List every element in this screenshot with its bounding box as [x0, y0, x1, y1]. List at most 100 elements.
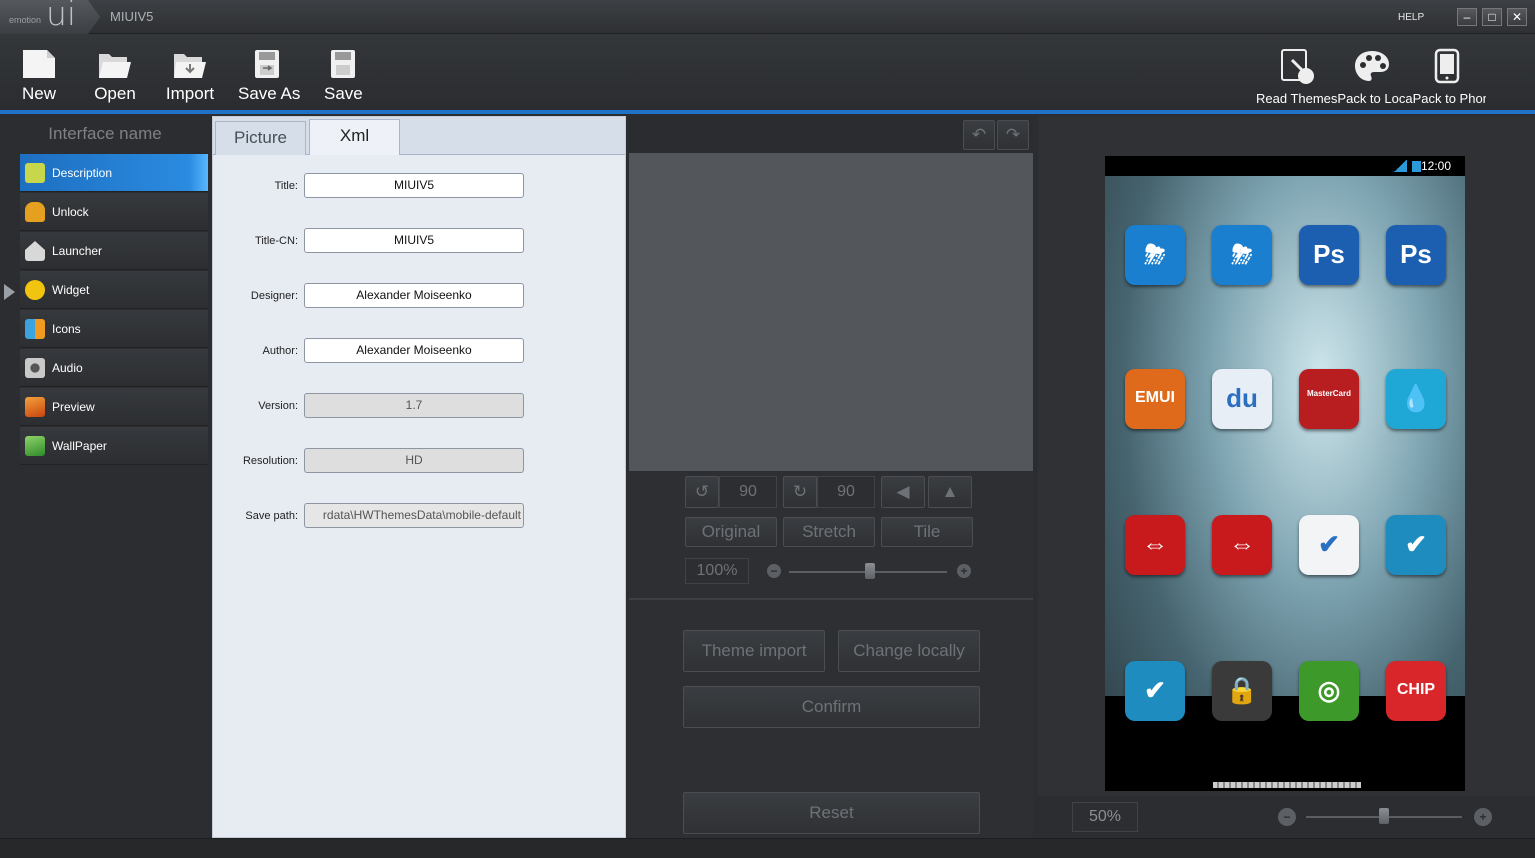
reset-button[interactable]: Reset	[683, 792, 980, 834]
expand-arrow-icon[interactable]	[4, 284, 15, 300]
undo-button[interactable]: ↶	[963, 120, 995, 150]
designer-field[interactable]: Alexander Moiseenko	[304, 283, 524, 308]
close-button[interactable]: ✕	[1507, 8, 1527, 26]
app-icon-glyph: Ps	[1313, 239, 1345, 269]
icons-grid-icon	[25, 319, 45, 339]
photoshop-icon-2[interactable]: Ps	[1386, 225, 1446, 285]
sidebar-item-label: Icons	[52, 322, 81, 336]
image-canvas[interactable]	[629, 153, 1033, 471]
sidebar-item-launcher[interactable]: Launcher	[20, 232, 208, 270]
rotate-right-button[interactable]: ↻	[783, 476, 817, 508]
pack-to-local-button[interactable]	[1352, 48, 1392, 88]
rotate-left-icon: ↺	[694, 482, 710, 501]
home-icon	[25, 241, 45, 261]
stretch-radio[interactable]: Stretch	[783, 517, 875, 547]
sidebar-item-unlock[interactable]: Unlock	[20, 193, 208, 231]
weather-icon[interactable]: ⛈	[1125, 225, 1185, 285]
new-button[interactable]: New	[18, 50, 60, 104]
import-button[interactable]: Import	[163, 50, 217, 104]
sidebar-item-audio[interactable]: Audio	[20, 349, 208, 387]
emui-icon[interactable]: EMUI	[1125, 369, 1185, 429]
pack-to-phone-button[interactable]	[1428, 48, 1468, 88]
tile-label: Tile	[913, 522, 941, 541]
save-as-icon	[251, 50, 283, 78]
sidebar-item-widget[interactable]: Widget	[20, 271, 208, 309]
notes-check-icon[interactable]: ✔	[1299, 515, 1359, 575]
preview-zoom-out-icon[interactable]: −	[1278, 808, 1296, 826]
mastercard-icon[interactable]: MasterCard	[1299, 369, 1359, 429]
title-field[interactable]: MIUIV5	[304, 173, 524, 198]
sidebar-item-label: Audio	[52, 361, 83, 375]
title-cn-field[interactable]: MIUIV5	[304, 228, 524, 253]
photoshop-icon[interactable]: Ps	[1299, 225, 1359, 285]
baidu-icon[interactable]: du	[1212, 369, 1272, 429]
tab-bar: Picture Xml	[213, 117, 625, 155]
check-icon[interactable]: ✔	[1386, 515, 1446, 575]
redo-button[interactable]: ↷	[997, 120, 1029, 150]
editor-zoom-knob[interactable]	[865, 563, 875, 579]
sidebar-item-label: WallPaper	[52, 439, 107, 453]
read-themes-button[interactable]	[1278, 48, 1318, 88]
app-icon-glyph: ✔	[1144, 675, 1166, 705]
app-icon-glyph: CHIP	[1396, 681, 1436, 698]
phone-clock: 12:00	[1420, 159, 1451, 173]
sidebar-header: Interface name	[48, 124, 162, 143]
version-row: Version: 1.7	[213, 393, 625, 419]
tile-radio[interactable]: Tile	[881, 517, 973, 547]
author-field[interactable]: Alexander Moiseenko	[304, 338, 524, 363]
theme-import-button[interactable]: Theme import	[683, 630, 825, 672]
editor-zoom-value[interactable]: 100%	[685, 558, 749, 584]
save-path-field[interactable]: rdata\HWThemesData\mobile-default	[304, 503, 524, 528]
app-icon-glyph: 💧	[1399, 383, 1433, 413]
confirm-button[interactable]: Confirm	[683, 686, 980, 728]
description-form-panel: Picture Xml Title: MIUIV5 Title-CN: MIUI…	[212, 116, 626, 838]
tab-xml[interactable]: Xml	[309, 119, 400, 155]
app-icon-glyph: ⇔	[1142, 529, 1168, 559]
sidebar-item-label: Widget	[52, 283, 90, 297]
weather-icon-2[interactable]: ⛈	[1212, 225, 1272, 285]
minimize-button[interactable]: –	[1457, 8, 1477, 26]
flip-horizontal-button[interactable]: ◀	[881, 476, 925, 508]
sidebar-item-wallpaper[interactable]: WallPaper	[20, 427, 208, 465]
version-field: 1.7	[304, 393, 524, 418]
sidebar-item-preview[interactable]: Preview	[20, 388, 208, 426]
open-button[interactable]: Open	[93, 50, 137, 104]
rotate-right-value[interactable]: 90	[817, 476, 875, 508]
secure-chat-icon[interactable]: 🔒	[1212, 661, 1272, 721]
palette-icon	[1355, 51, 1389, 81]
sbb-icon[interactable]: ⇔	[1125, 515, 1185, 575]
sbb-icon-2[interactable]: ⇔	[1212, 515, 1272, 575]
help-link[interactable]: HELP	[1398, 12, 1424, 23]
flip-horizontal-icon: ◀	[896, 482, 910, 501]
zoom-in-icon[interactable]: +	[957, 564, 971, 578]
zoom-out-icon[interactable]: −	[767, 564, 781, 578]
designer-label: Designer:	[250, 290, 298, 302]
sidebar-item-label: Unlock	[52, 205, 89, 219]
check-icon-2[interactable]: ✔	[1125, 661, 1185, 721]
rotate-left-value[interactable]: 90	[719, 476, 777, 508]
version-label: Version:	[258, 400, 298, 412]
original-radio[interactable]: Original	[685, 517, 777, 547]
sidebar-item-description[interactable]: Description	[20, 154, 208, 192]
flip-vertical-button[interactable]: ▲	[928, 476, 972, 508]
main-toolbar: New Open Import Save As Save Read Themes…	[0, 34, 1535, 110]
app-icon-glyph: 🔒	[1225, 675, 1259, 705]
sidebar-item-icons[interactable]: Icons	[20, 310, 208, 348]
resolution-label: Resolution:	[242, 455, 298, 467]
logo-big-text: ui	[46, 0, 77, 33]
original-label: Original	[701, 522, 761, 541]
change-locally-button[interactable]: Change locally	[838, 630, 980, 672]
drupal-icon[interactable]: 💧	[1386, 369, 1446, 429]
chip-icon[interactable]: CHIP	[1386, 661, 1446, 721]
divider	[629, 598, 1033, 600]
save-as-button[interactable]: Save As	[238, 50, 300, 104]
maximize-button[interactable]: □	[1482, 8, 1502, 26]
preview-zoom-value[interactable]: 50%	[1072, 802, 1138, 832]
tab-picture[interactable]: Picture	[215, 121, 306, 155]
save-button[interactable]: Save	[324, 50, 363, 104]
preview-zoom-knob[interactable]	[1379, 808, 1389, 824]
title-bar: emotion ui MIUIV5 HELP – □ ✕	[0, 0, 1535, 34]
preview-zoom-in-icon[interactable]: +	[1474, 808, 1492, 826]
rotate-left-button[interactable]: ↺	[685, 476, 719, 508]
green-swirl-icon[interactable]: ◎	[1299, 661, 1359, 721]
